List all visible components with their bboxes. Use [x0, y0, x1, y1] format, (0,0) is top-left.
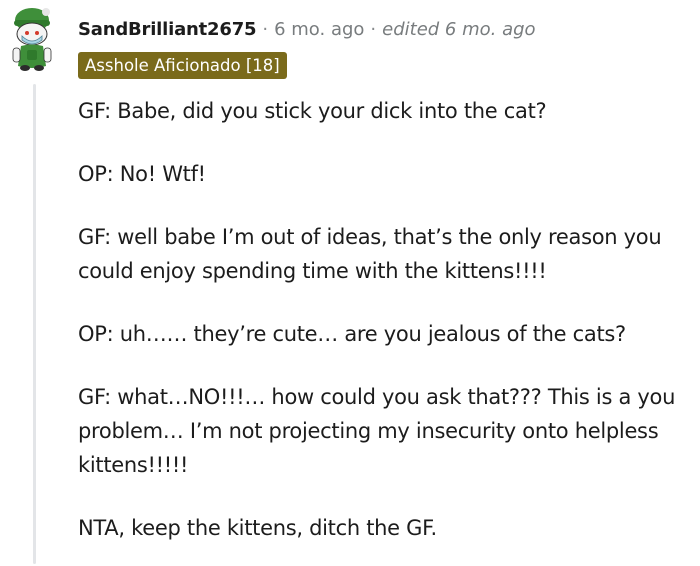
user-flair-badge: Asshole Aficionado [18] [78, 52, 287, 79]
username-link[interactable]: SandBrilliant2675 [78, 19, 257, 40]
user-avatar[interactable] [8, 6, 60, 72]
comment-paragraph: GF: well babe I’m out of ideas, that’s t… [78, 225, 662, 283]
snoo-avatar-green-hat-icon [12, 8, 52, 71]
comment-paragraph: GF: what…NO!!!… how could you ask that??… [78, 385, 676, 477]
thread-collapse-line[interactable] [33, 84, 36, 564]
meta-separator: · [262, 18, 269, 40]
edited-label: edited 6 mo. ago [382, 18, 536, 40]
comment-header: SandBrilliant2675 · 6 mo. ago · edited 6… [78, 14, 536, 44]
meta-separator: · [370, 18, 377, 40]
comment-body: GF: Babe, did you stick your dick into t… [78, 94, 693, 545]
comment-paragraph: GF: Babe, did you stick your dick into t… [78, 99, 547, 123]
comment-timestamp[interactable]: 6 mo. ago [274, 19, 364, 40]
comment-paragraph: OP: uh…… they’re cute… are you jealous o… [78, 322, 626, 346]
comment-paragraph: NTA, keep the kittens, ditch the GF. [78, 516, 437, 540]
comment: SandBrilliant2675 · 6 mo. ago · edited 6… [0, 0, 700, 566]
comment-paragraph: OP: No! Wtf! [78, 162, 206, 186]
